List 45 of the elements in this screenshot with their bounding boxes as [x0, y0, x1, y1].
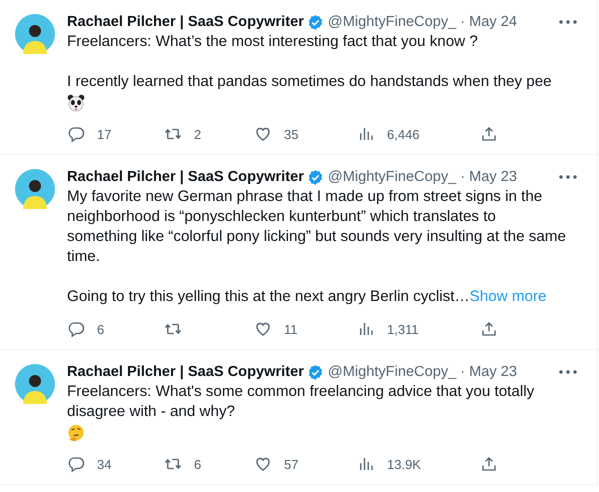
- speech-bubble-icon: [67, 125, 85, 143]
- author-name[interactable]: Rachael Pilcher | SaaS Copywriter: [67, 167, 304, 187]
- tweet-text: I recently learned that pandas sometimes do handstands when they pee: [67, 73, 552, 90]
- separator-dot: ·: [459, 13, 466, 32]
- tweet-text: Freelancers: What’s the most interesting fact that you know ?: [67, 33, 478, 50]
- avatar-icon[interactable]: [15, 364, 55, 404]
- views-button[interactable]: 6,446: [357, 125, 480, 143]
- user-handle[interactable]: @MightyFineCopy_: [328, 362, 456, 382]
- like-button[interactable]: 11: [254, 320, 357, 338]
- tweet-date[interactable]: May 24: [469, 12, 517, 32]
- user-handle[interactable]: @MightyFineCopy_: [328, 167, 456, 187]
- reply-button[interactable]: 34: [67, 455, 164, 473]
- author-name[interactable]: Rachael Pilcher | SaaS Copywriter: [67, 362, 304, 382]
- tweet-text: Freelancers: What's some common freelancing advice that you totally disagree with - and why?: [67, 383, 534, 420]
- bar-chart-icon: [357, 125, 375, 143]
- user-handle[interactable]: @MightyFineCopy_: [328, 12, 456, 32]
- views-button[interactable]: 1,311: [357, 320, 480, 338]
- share-icon[interactable]: [480, 455, 498, 473]
- tweet-text: Going to try this yelling this at the next angry Berlin cyclist…: [67, 288, 470, 305]
- tweet-date[interactable]: May 23: [469, 362, 517, 382]
- share-icon[interactable]: [480, 320, 498, 338]
- author-name[interactable]: Rachael Pilcher | SaaS Copywriter: [67, 12, 304, 32]
- views-button[interactable]: 13.9K: [357, 455, 480, 473]
- avatar-icon[interactable]: [15, 14, 55, 54]
- retweet-button[interactable]: 6: [164, 455, 254, 473]
- speech-bubble-icon: [67, 455, 85, 473]
- share-icon[interactable]: [480, 125, 498, 143]
- bar-chart-icon: [357, 455, 375, 473]
- reply-button[interactable]: 6: [67, 320, 164, 338]
- like-button[interactable]: 57: [254, 455, 357, 473]
- tweet-date[interactable]: May 23: [469, 167, 517, 187]
- avatar-icon[interactable]: [15, 169, 55, 209]
- heart-icon: [254, 320, 272, 338]
- separator-dot: ·: [459, 363, 466, 382]
- tweet-text: My favorite new German phrase that I made up from street signs in the neighborhood is “ponyschlecken kunterbunt” which translates to something like “colorful pony licking” but sounds very insulting at the same time.: [67, 188, 566, 265]
- retweet-button[interactable]: 2: [164, 125, 254, 143]
- like-button[interactable]: 35: [254, 125, 357, 143]
- heart-icon: [254, 455, 272, 473]
- panda-icon: [67, 94, 85, 112]
- bar-chart-icon: [357, 320, 375, 338]
- heart-icon: [254, 125, 272, 143]
- reply-button[interactable]: 17: [67, 125, 164, 143]
- separator-dot: ·: [459, 168, 466, 187]
- thinking-emoji-icon: [67, 424, 85, 442]
- speech-bubble-icon: [67, 320, 85, 338]
